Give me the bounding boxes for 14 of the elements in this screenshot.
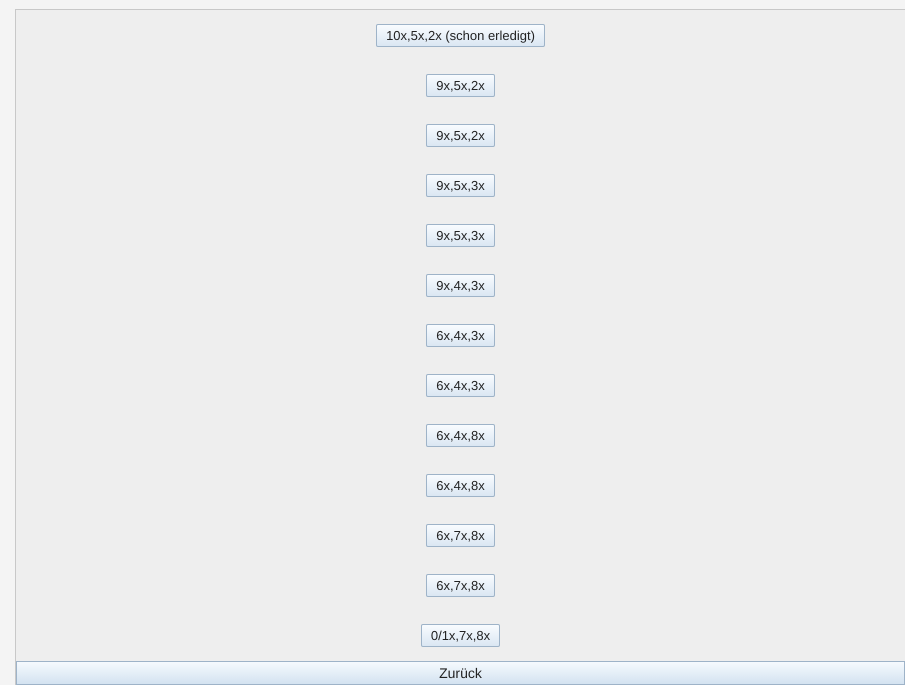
option-button[interactable]: 9x,4x,3x bbox=[426, 274, 495, 297]
option-button[interactable]: 0/1x,7x,8x bbox=[420, 624, 500, 647]
option-button[interactable]: 6x,4x,8x bbox=[426, 424, 495, 447]
option-button[interactable]: 6x,4x,3x bbox=[426, 324, 495, 347]
option-button[interactable]: 10x,5x,2x (schon erledigt) bbox=[376, 24, 545, 47]
option-button[interactable]: 9x,5x,2x bbox=[426, 74, 495, 97]
option-button[interactable]: 6x,7x,8x bbox=[426, 524, 495, 547]
option-button[interactable]: 6x,4x,3x bbox=[426, 374, 495, 397]
back-button[interactable]: Zurück bbox=[16, 661, 905, 685]
option-button[interactable]: 6x,7x,8x bbox=[426, 574, 495, 597]
option-button[interactable]: 6x,4x,8x bbox=[426, 474, 495, 497]
option-button[interactable]: 9x,5x,2x bbox=[426, 124, 495, 147]
option-button[interactable]: 9x,5x,3x bbox=[426, 174, 495, 197]
option-button[interactable]: 9x,5x,3x bbox=[426, 224, 495, 247]
